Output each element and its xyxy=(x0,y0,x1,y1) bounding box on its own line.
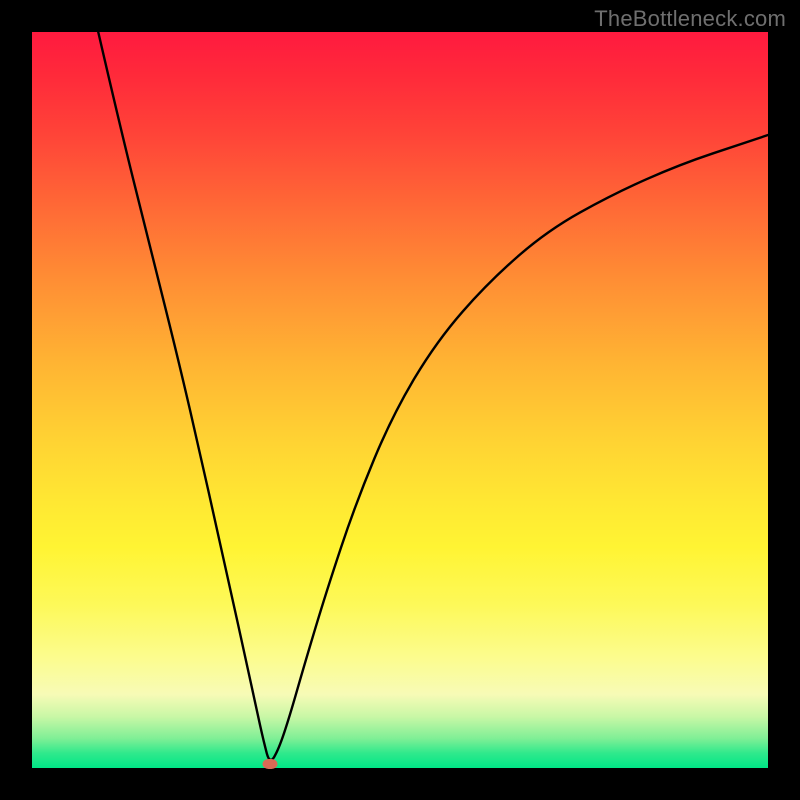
watermark-text: TheBottleneck.com xyxy=(594,6,786,32)
minimum-marker xyxy=(262,759,277,769)
chart-frame: TheBottleneck.com xyxy=(0,0,800,800)
plot-area xyxy=(32,32,768,768)
bottleneck-curve xyxy=(32,32,768,768)
